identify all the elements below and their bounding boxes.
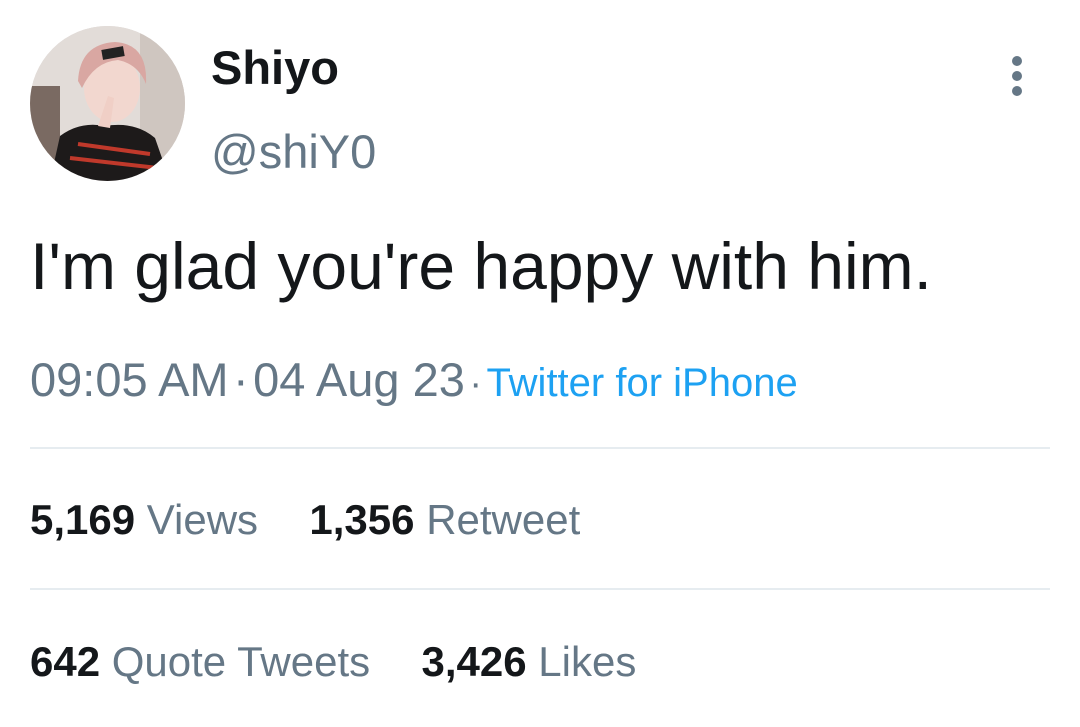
stats-row: 642 Quote Tweets 3,426 Likes [30,632,636,692]
likes-count: 3,426 [421,638,527,685]
avatar-photo [30,26,185,181]
tweet-date[interactable]: 04 Aug 23 [253,353,465,406]
display-name[interactable]: Shiyo [211,38,339,98]
quote-tweets-stat[interactable]: 642 Quote Tweets [30,638,382,685]
retweets-stat[interactable]: 1,356 Retweet [309,496,580,543]
more-vertical-icon[interactable] [1000,54,1034,98]
tweet-detail: Shiyo @shiY0 I'm glad you're happy with … [0,0,1080,727]
tweet-meta: 09:05 AM · 04 Aug 23 · Twitter for iPhon… [30,350,798,422]
meta-separator: · [233,353,249,406]
retweets-label: Retweet [426,496,581,543]
views-label: Views [146,496,259,543]
meta-separator: · [469,363,482,405]
tweet-source-link[interactable]: Twitter for iPhone [486,361,797,405]
avatar[interactable] [30,26,185,181]
stats-row: 5,169 Views 1,356 Retweet [30,490,580,550]
quote-tweets-label: Quote Tweets [111,638,371,685]
user-handle[interactable]: @shiY0 [211,122,376,182]
views-stat[interactable]: 5,169 Views [30,496,270,543]
tweet-time[interactable]: 09:05 AM [30,353,229,406]
likes-label: Likes [538,638,637,685]
divider [30,588,1050,590]
likes-stat[interactable]: 3,426 Likes [421,638,636,685]
quote-tweets-count: 642 [30,638,101,685]
retweets-count: 1,356 [309,496,415,543]
divider [30,447,1050,449]
tweet-text: I'm glad you're happy with him. [30,229,932,303]
views-count: 5,169 [30,496,136,543]
